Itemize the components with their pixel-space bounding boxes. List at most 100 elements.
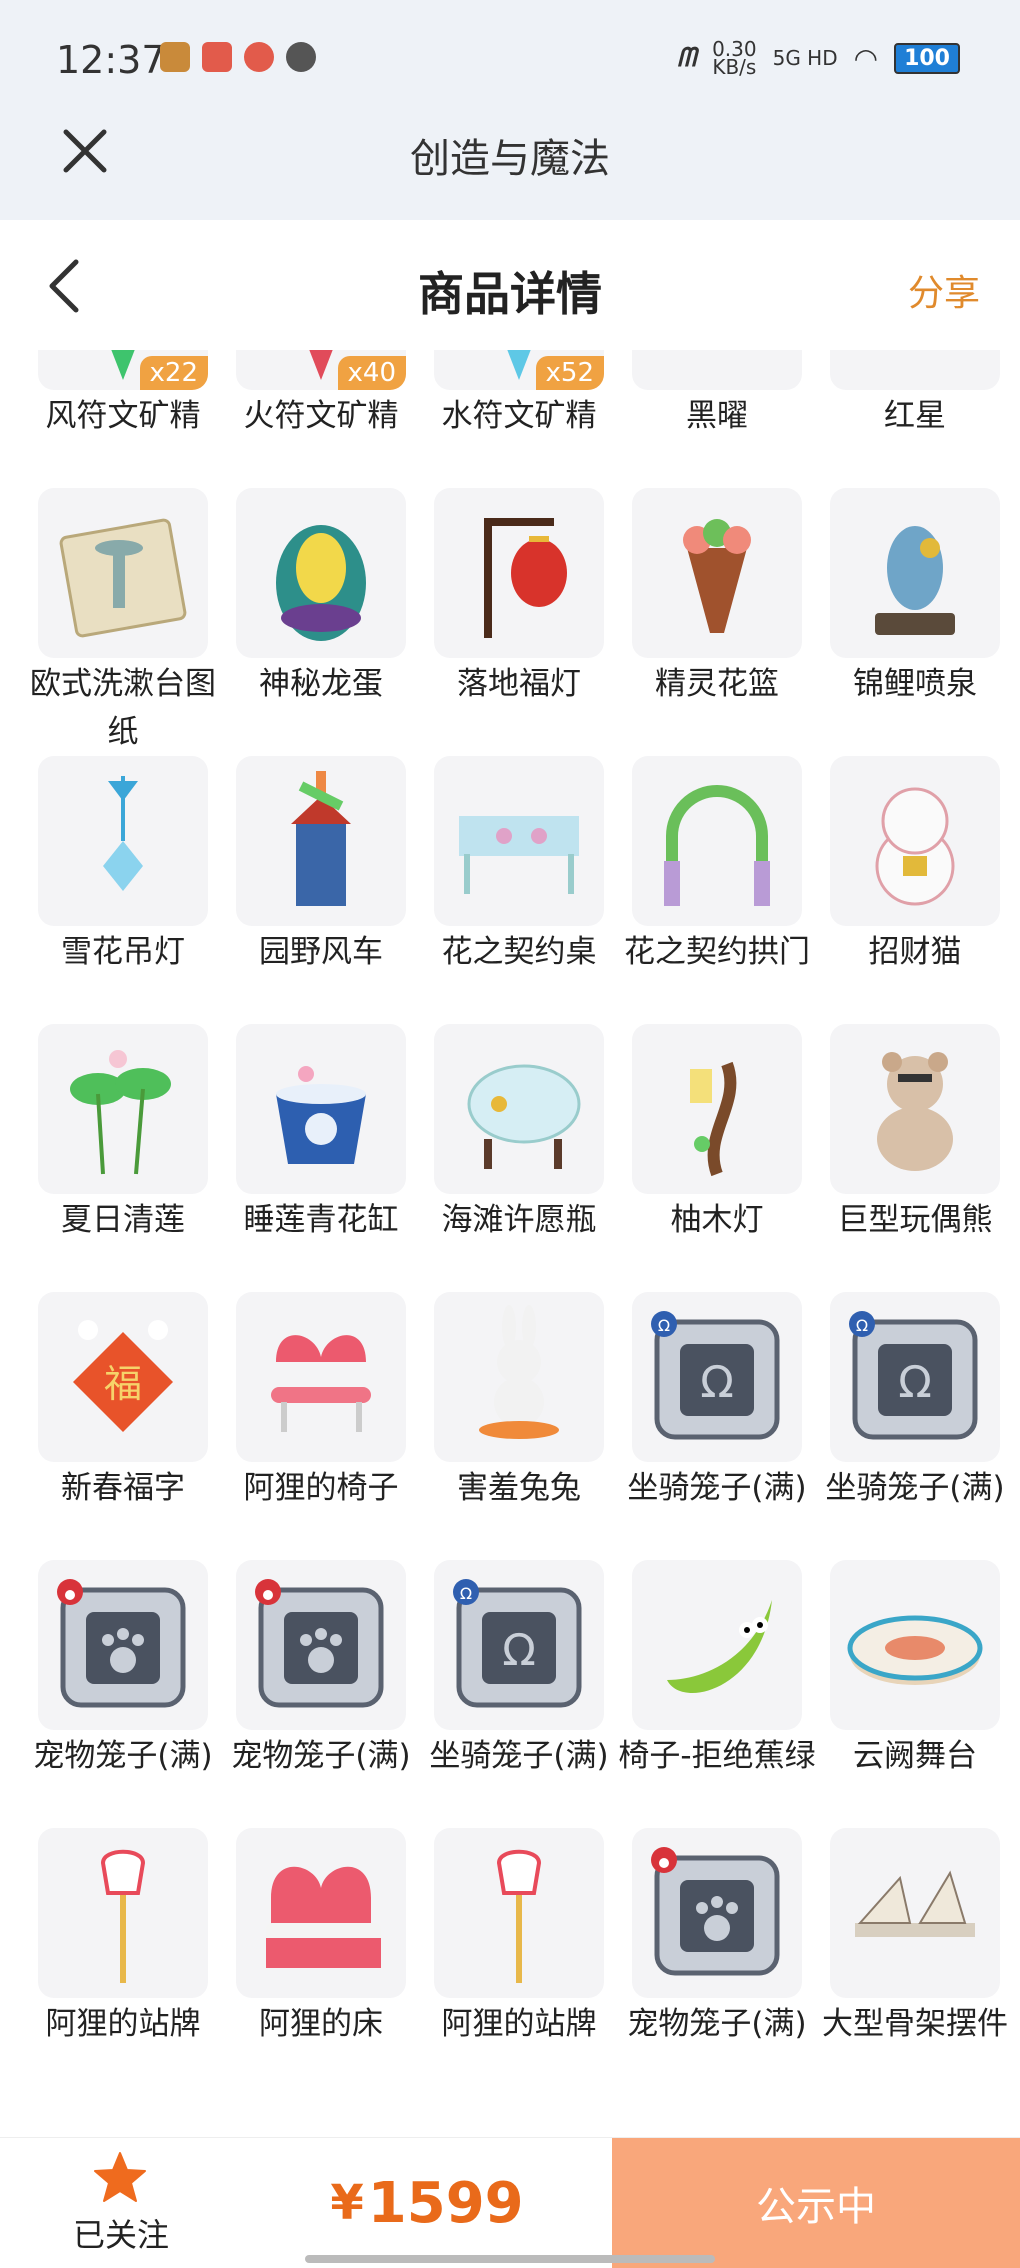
item-card[interactable]: 阿狸的床 (222, 1828, 420, 2096)
item-name: 夏日清莲 (61, 1202, 185, 1238)
item-card[interactable]: 福新春福字 (24, 1292, 222, 1560)
pet-cage-icon (255, 1579, 384, 1708)
item-card[interactable]: 精灵花篮 (618, 488, 816, 756)
item-card[interactable]: x40 火符文矿精 (222, 350, 420, 488)
item-image (632, 1024, 802, 1194)
follow-button[interactable]: 已关注 (0, 2138, 242, 2268)
mount-cage-icon: ΩΩ (651, 1311, 780, 1440)
lantern-icon (484, 518, 567, 638)
app-title: 创造与魔法 (410, 136, 610, 182)
item-card[interactable]: Ω Ω 坐骑笼子(满) (618, 1292, 816, 1560)
item-card[interactable]: x22 风符文矿精 (24, 350, 222, 488)
item-name: 海滩许愿瓶 (441, 1202, 597, 1238)
item-image (434, 488, 604, 658)
item-card[interactable]: 红星 (816, 350, 1014, 488)
ali-sign-icon (496, 1849, 542, 1983)
item-name: 坐骑笼子(满) (627, 1470, 807, 1506)
blueprint-icon (59, 518, 187, 638)
item-name: 阿狸的椅子 (243, 1470, 399, 1506)
item-card[interactable]: 花之契约拱门 (618, 756, 816, 1024)
item-name: 阿狸的站牌 (45, 2006, 201, 2042)
item-image: x52 (434, 350, 604, 390)
item-card[interactable]: 落地福灯 (420, 488, 618, 756)
item-grid: x22 风符文矿精 x40 火符文矿精 x52 水符文矿精 黑曜 红星 欧式洗漱台图纸 神秘龙蛋 落… (24, 350, 1008, 2096)
svg-text:Ω: Ω (856, 1316, 868, 1335)
item-card[interactable]: 巨型玩偶熊 (816, 1024, 1014, 1292)
item-name: 宠物笼子(满) (33, 1738, 213, 1774)
item-card[interactable]: Ω Ω 坐骑笼子(满) (420, 1560, 618, 1828)
item-name: 落地福灯 (457, 666, 581, 702)
star-icon (94, 2152, 146, 2202)
item-card[interactable]: 椅子-拒绝蕉绿 (618, 1560, 816, 1828)
item-card[interactable]: 大型骨架摆件 (816, 1828, 1014, 2096)
item-card[interactable]: 雪花吊灯 (24, 756, 222, 1024)
pet-cage-icon (57, 1579, 186, 1708)
item-card[interactable]: 柚木灯 (618, 1024, 816, 1292)
item-card[interactable]: 黑曜 (618, 350, 816, 488)
item-card[interactable]: 花之契约桌 (420, 756, 618, 1024)
item-image (38, 488, 208, 658)
item-card[interactable]: 园野风车 (222, 756, 420, 1024)
item-card[interactable]: 宠物笼子(满) (222, 1560, 420, 1828)
item-image (632, 1560, 802, 1730)
item-card[interactable]: 宠物笼子(满) (618, 1828, 816, 2096)
status-button[interactable]: 公示中 (612, 2138, 1020, 2268)
currency-symbol: ¥ (330, 2175, 364, 2231)
item-image (236, 1024, 406, 1194)
item-name: 阿狸的床 (259, 2006, 383, 2042)
item-card[interactable]: Ω Ω 坐骑笼子(满) (816, 1292, 1014, 1560)
item-card[interactable]: 锦鲤喷泉 (816, 488, 1014, 756)
item-name: 园野风车 (259, 934, 383, 970)
item-image (632, 1828, 802, 1998)
flower-basket-icon (683, 519, 751, 633)
item-image (236, 1292, 406, 1462)
network-type-icon: ᗰ (677, 42, 697, 73)
item-card[interactable]: x52 水符文矿精 (420, 350, 618, 488)
svg-text:Ω: Ω (700, 1357, 734, 1408)
item-card[interactable]: 招财猫 (816, 756, 1014, 1024)
item-card[interactable]: 阿狸的站牌 (24, 1828, 222, 2096)
item-card[interactable]: 宠物笼子(满) (24, 1560, 222, 1828)
ali-bed-icon (266, 1866, 381, 1968)
item-name: 欧式洗漱台图纸 (30, 666, 216, 750)
item-image (830, 1024, 1000, 1194)
location-icon (244, 42, 274, 72)
item-grid-scroll[interactable]: x22 风符文矿精 x40 火符文矿精 x52 水符文矿精 黑曜 红星欧式洗漱台图纸 神秘龙蛋 落… (0, 350, 1020, 2140)
home-indicator[interactable] (305, 2255, 715, 2263)
item-image: ΩΩ (434, 1560, 604, 1730)
item-name: 招财猫 (868, 934, 962, 970)
status-time: 12:37 (56, 38, 166, 82)
item-name: 椅子-拒绝蕉绿 (618, 1738, 816, 1774)
page-header: 商品详情 分享 (0, 220, 1020, 350)
item-card[interactable]: 欧式洗漱台图纸 (24, 488, 222, 756)
lotus-icon (70, 1050, 171, 1175)
item-card[interactable]: 害羞兔兔 (420, 1292, 618, 1560)
status-bar: 12:37 ᗰ 0.30 KB/s 5G HD ◠ 100 (0, 0, 1020, 120)
item-name: 精灵花篮 (655, 666, 779, 702)
item-card[interactable]: 阿狸的椅子 (222, 1292, 420, 1560)
round-stage-icon (847, 1615, 983, 1685)
item-card[interactable]: 睡莲青花缸 (222, 1024, 420, 1292)
net-speed: 0.30 KB/s (712, 37, 757, 79)
item-card[interactable]: 神秘龙蛋 (222, 488, 420, 756)
teddy-bear-icon (877, 1052, 953, 1171)
item-name: 新春福字 (61, 1470, 185, 1506)
snowflake-lamp-icon (103, 776, 143, 891)
item-card[interactable]: 海滩许愿瓶 (420, 1024, 618, 1292)
mount-cage-icon: ΩΩ (849, 1311, 978, 1440)
page-title: 商品详情 (418, 267, 602, 321)
quantity-badge: x52 (535, 356, 604, 390)
red-motorbike-icon (840, 350, 990, 380)
item-image (632, 350, 802, 390)
item-image (38, 1024, 208, 1194)
app-notification-icon (160, 42, 190, 72)
item-name: 云阙舞台 (853, 1738, 977, 1774)
flower-arch-icon (664, 785, 770, 906)
item-card[interactable]: 夏日清莲 (24, 1024, 222, 1292)
share-button[interactable]: 分享 (908, 264, 980, 316)
item-name: 宠物笼子(满) (231, 1738, 411, 1774)
app-notification-icon (202, 42, 232, 72)
follow-label: 已关注 (72, 2216, 169, 2254)
item-card[interactable]: 阿狸的站牌 (420, 1828, 618, 2096)
item-card[interactable]: 云阙舞台 (816, 1560, 1014, 1828)
